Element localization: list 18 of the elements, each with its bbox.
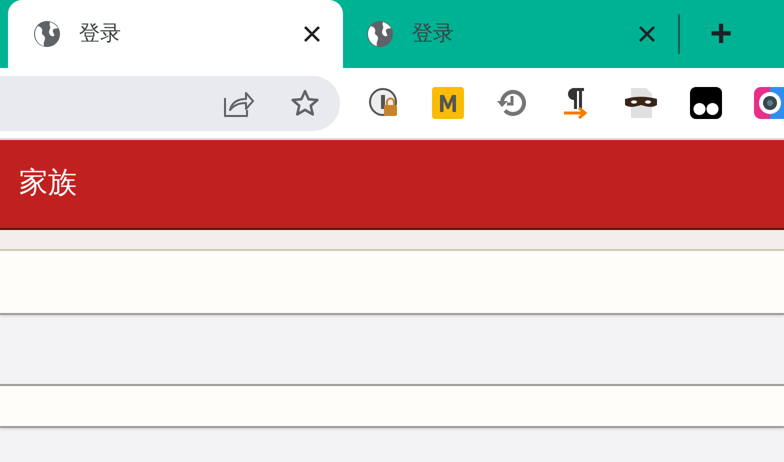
globe-icon bbox=[366, 20, 394, 48]
close-icon[interactable] bbox=[638, 25, 656, 43]
letter-m-icon[interactable] bbox=[432, 87, 464, 119]
close-icon[interactable] bbox=[303, 25, 321, 43]
globe-icon bbox=[33, 20, 61, 48]
new-tab-button[interactable]: + bbox=[710, 15, 732, 53]
tab-title: 登录 bbox=[412, 21, 455, 48]
site-title: 家族 bbox=[19, 166, 77, 202]
address-bar[interactable] bbox=[0, 76, 340, 130]
key-lock-icon[interactable] bbox=[368, 87, 400, 119]
star-icon[interactable] bbox=[290, 88, 320, 118]
browser-tab[interactable]: 登录 bbox=[343, 0, 678, 68]
tab-title: 登录 bbox=[79, 21, 122, 48]
masked-document-icon[interactable] bbox=[624, 86, 658, 120]
two-dots-icon[interactable] bbox=[690, 87, 722, 119]
history-icon[interactable] bbox=[496, 87, 528, 119]
browser-tab[interactable]: 登录 bbox=[8, 0, 343, 68]
camera-lens-icon[interactable] bbox=[754, 87, 784, 119]
